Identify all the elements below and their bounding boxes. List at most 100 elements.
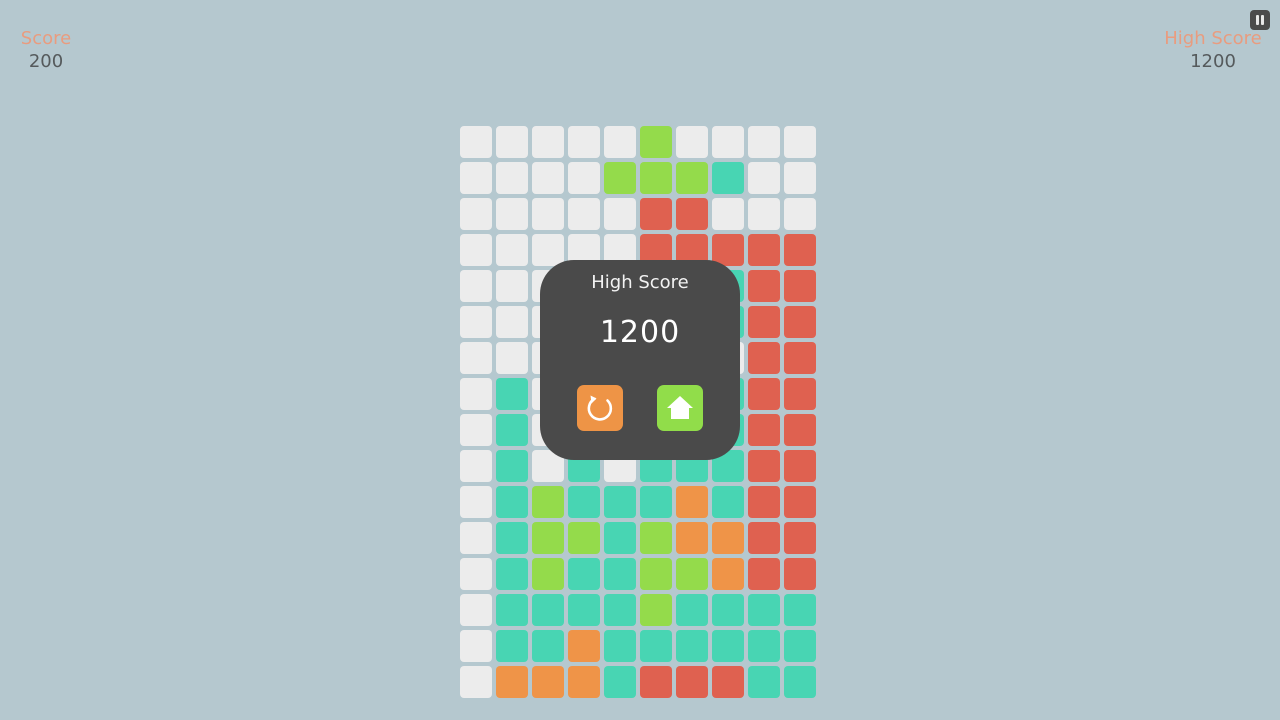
board-cell-block	[784, 522, 816, 554]
board-cell-empty	[460, 558, 492, 590]
board-cell-block	[568, 522, 600, 554]
score-panel: Score 200	[10, 28, 82, 73]
board-cell-empty	[748, 162, 780, 194]
board-cell-empty	[496, 270, 528, 302]
board-cell-empty	[460, 378, 492, 410]
board-cell-empty	[568, 162, 600, 194]
board-cell-empty	[784, 162, 816, 194]
board-cell-empty	[460, 126, 492, 158]
board-cell-block	[784, 486, 816, 518]
pause-button[interactable]	[1250, 10, 1270, 30]
board-cell-empty	[748, 126, 780, 158]
board-cell-empty	[712, 126, 744, 158]
board-cell-empty	[460, 630, 492, 662]
board-cell-block	[496, 666, 528, 698]
board-cell-block	[496, 486, 528, 518]
dialog-title: High Score	[591, 272, 689, 293]
board-cell-block	[748, 666, 780, 698]
board-cell-block	[784, 270, 816, 302]
board-cell-block	[496, 450, 528, 482]
board-cell-block	[604, 594, 636, 626]
board-cell-empty	[496, 126, 528, 158]
board-cell-block	[784, 558, 816, 590]
board-cell-empty	[496, 234, 528, 266]
board-cell-empty	[712, 198, 744, 230]
board-cell-empty	[460, 522, 492, 554]
home-icon	[667, 396, 693, 419]
board-cell-empty	[568, 198, 600, 230]
board-cell-empty	[460, 450, 492, 482]
board-cell-block	[784, 450, 816, 482]
board-cell-empty	[460, 234, 492, 266]
board-cell-block	[532, 558, 564, 590]
restart-button[interactable]	[577, 385, 623, 431]
board-cell-block	[532, 486, 564, 518]
board-cell-empty	[460, 198, 492, 230]
board-cell-empty	[496, 306, 528, 338]
board-cell-block	[748, 522, 780, 554]
board-cell-block	[712, 630, 744, 662]
board-cell-empty	[460, 306, 492, 338]
board-cell-empty	[496, 198, 528, 230]
board-cell-empty	[460, 270, 492, 302]
board-cell-block	[532, 594, 564, 626]
board-cell-block	[604, 558, 636, 590]
board-cell-empty	[532, 198, 564, 230]
board-cell-block	[676, 630, 708, 662]
board-cell-block	[712, 162, 744, 194]
board-cell-block	[640, 162, 672, 194]
board-cell-block	[640, 666, 672, 698]
board-cell-block	[748, 450, 780, 482]
board-cell-block	[748, 594, 780, 626]
board-cell-block	[604, 486, 636, 518]
board-cell-block	[532, 630, 564, 662]
board-cell-block	[748, 414, 780, 446]
board-cell-block	[496, 414, 528, 446]
board-cell-empty	[532, 126, 564, 158]
board-cell-block	[784, 594, 816, 626]
board-cell-block	[712, 666, 744, 698]
board-cell-block	[676, 162, 708, 194]
board-cell-block	[712, 522, 744, 554]
board-cell-empty	[496, 342, 528, 374]
high-score-value: 1200	[1190, 51, 1236, 72]
home-button[interactable]	[657, 385, 703, 431]
board-cell-empty	[532, 234, 564, 266]
board-cell-empty	[460, 162, 492, 194]
board-cell-block	[496, 558, 528, 590]
board-cell-block	[748, 306, 780, 338]
board-cell-block	[604, 666, 636, 698]
board-cell-empty	[460, 414, 492, 446]
board-cell-block	[640, 594, 672, 626]
board-cell-block	[532, 522, 564, 554]
board-cell-block	[496, 522, 528, 554]
board-cell-block	[748, 234, 780, 266]
board-cell-block	[676, 666, 708, 698]
board-cell-block	[568, 594, 600, 626]
board-cell-empty	[676, 126, 708, 158]
board-cell-block	[784, 378, 816, 410]
restart-icon	[587, 395, 613, 421]
board-cell-block	[640, 486, 672, 518]
board-cell-block	[568, 558, 600, 590]
board-cell-block	[784, 666, 816, 698]
board-cell-block	[676, 594, 708, 626]
board-cell-empty	[604, 126, 636, 158]
board-cell-block	[784, 342, 816, 374]
board-cell-block	[604, 522, 636, 554]
board-cell-block	[748, 486, 780, 518]
high-score-panel: High Score 1200	[1162, 28, 1264, 73]
score-value: 200	[28, 51, 64, 72]
board-cell-block	[496, 630, 528, 662]
board-cell-block	[676, 522, 708, 554]
board-cell-empty	[784, 198, 816, 230]
board-cell-block	[640, 522, 672, 554]
board-cell-block	[604, 162, 636, 194]
board-cell-block	[712, 558, 744, 590]
board-cell-block	[784, 234, 816, 266]
board-cell-block	[676, 486, 708, 518]
board-cell-block	[748, 378, 780, 410]
board-cell-block	[568, 486, 600, 518]
board-cell-block	[532, 666, 564, 698]
board-cell-block	[748, 630, 780, 662]
